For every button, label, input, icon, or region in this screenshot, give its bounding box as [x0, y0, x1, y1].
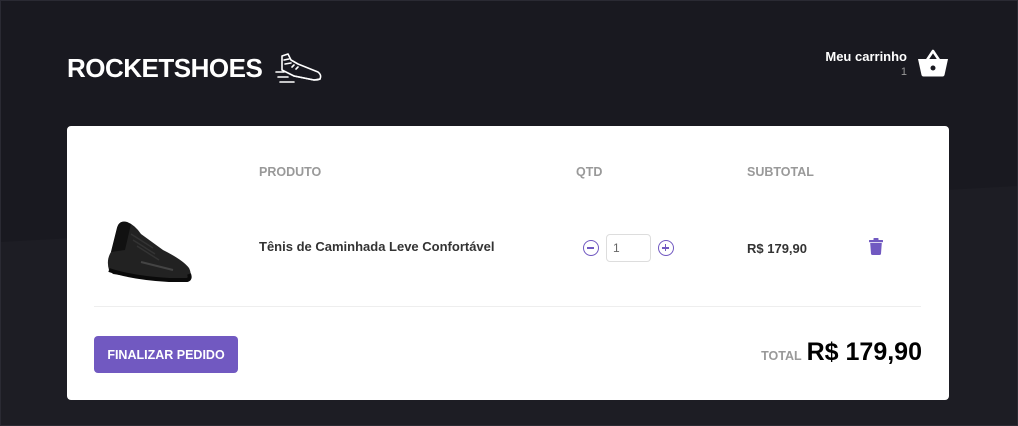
- column-header-product: PRODUTO: [259, 165, 322, 179]
- shoe-logo-icon: [275, 53, 322, 83]
- cart-link[interactable]: Meu carrinho 1: [825, 48, 949, 78]
- cart-panel: PRODUTO QTD SUBTOTAL Tênis de Caminhada …: [67, 126, 949, 400]
- minus-circle-icon[interactable]: [583, 240, 599, 256]
- cart-text: Meu carrinho 1: [825, 49, 907, 78]
- trash-icon[interactable]: [869, 238, 883, 255]
- cart-count: 1: [900, 65, 907, 78]
- plus-circle-icon[interactable]: [658, 240, 674, 256]
- logo-text: ROCKETSHOES: [67, 52, 263, 83]
- checkout-button[interactable]: FINALIZAR PEDIDO: [94, 336, 238, 373]
- total-value: R$ 179,90: [806, 338, 922, 366]
- column-header-qty: QTD: [576, 165, 603, 179]
- quantity-input[interactable]: [606, 234, 651, 262]
- divider: [94, 306, 921, 307]
- quantity-stepper: [583, 234, 674, 262]
- logo[interactable]: ROCKETSHOES: [67, 40, 324, 96]
- header: ROCKETSHOES Meu carrinho 1: [67, 40, 949, 96]
- product-image: [107, 221, 192, 282]
- total: TOTAL R$ 179,90: [761, 338, 922, 367]
- column-header-subtotal: SUBTOTAL: [747, 165, 814, 179]
- basket-icon: [918, 49, 948, 77]
- product-title: Tênis de Caminhada Leve Confortável: [259, 239, 495, 254]
- row-subtotal: R$ 179,90: [747, 241, 807, 256]
- total-label: TOTAL: [761, 349, 802, 363]
- cart-title: Meu carrinho: [825, 48, 907, 64]
